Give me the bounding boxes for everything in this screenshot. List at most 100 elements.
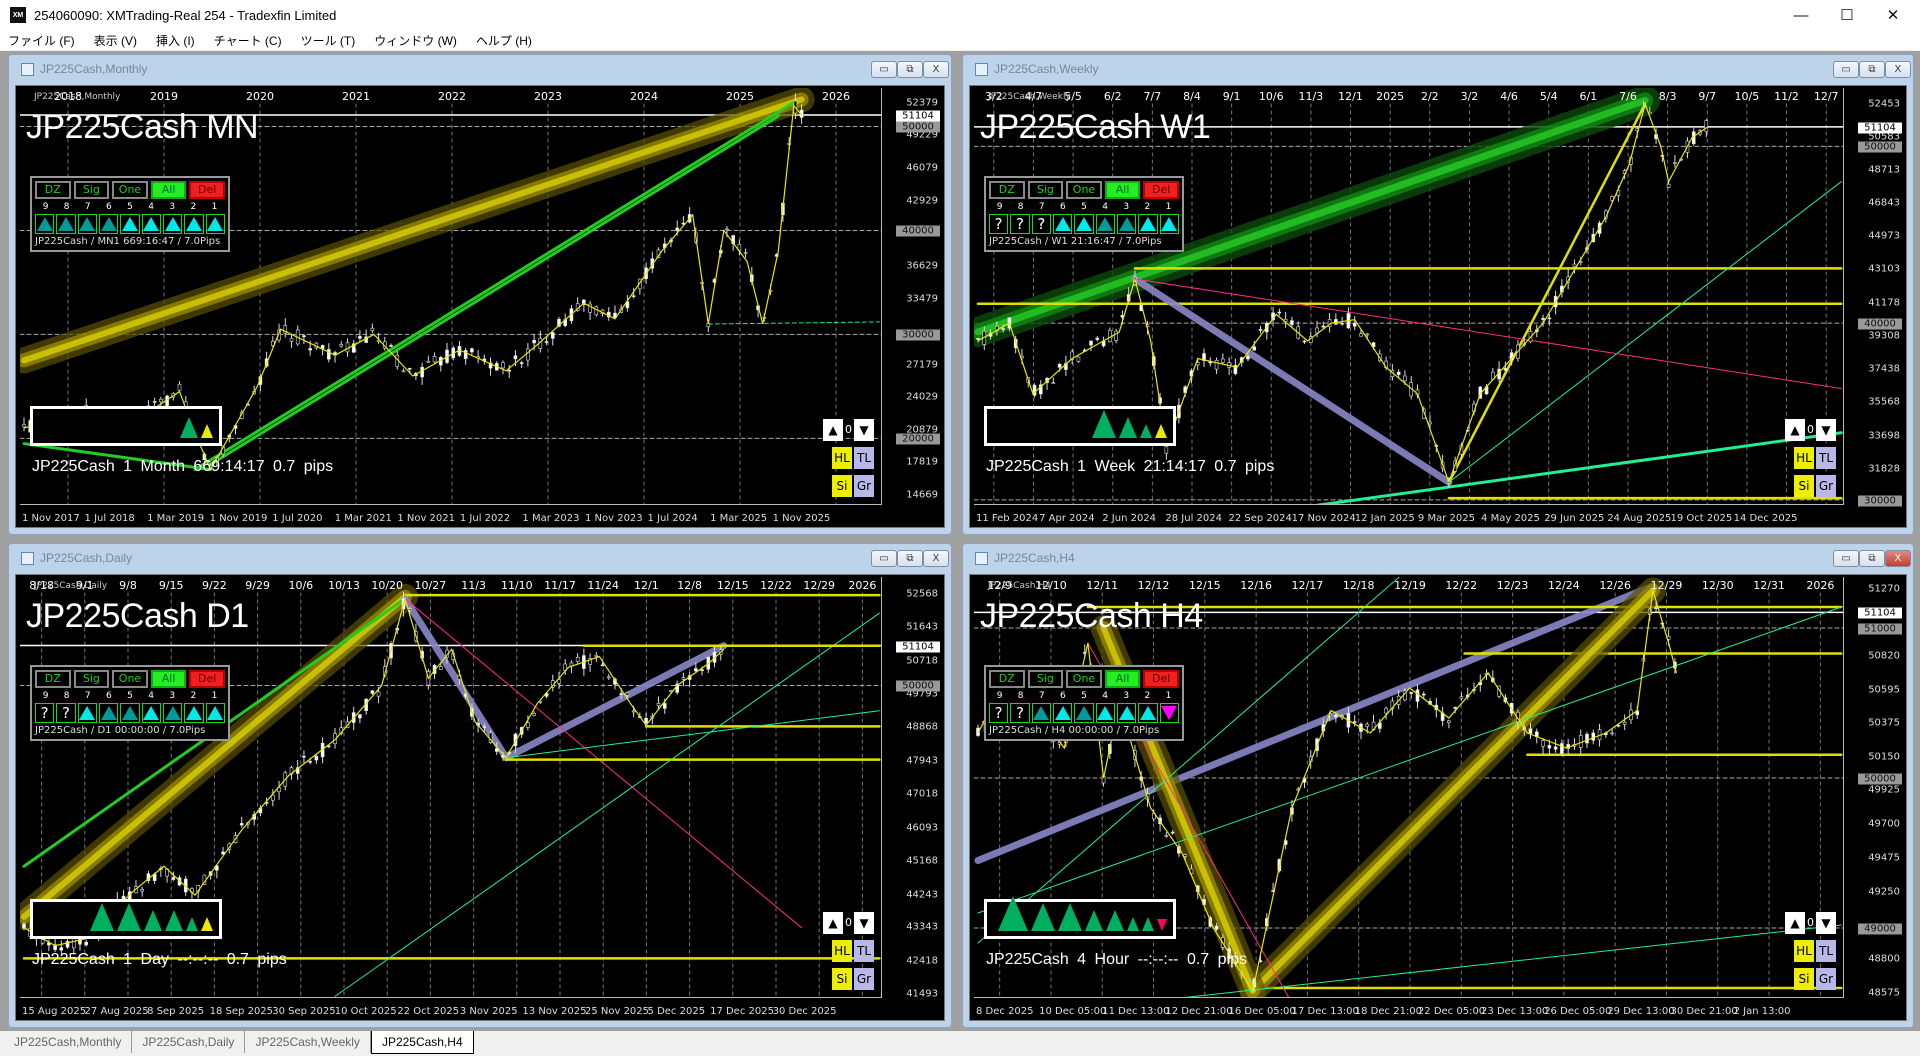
up-triangle-icon[interactable]	[184, 703, 204, 723]
window-close-button[interactable]: X	[923, 61, 949, 78]
tl-button[interactable]: TL	[1816, 447, 1836, 469]
unknown-signal[interactable]: ?	[1010, 703, 1030, 723]
arrow-down-button[interactable]: ▼	[854, 419, 874, 441]
menu-view[interactable]: 表示 (V)	[86, 32, 148, 49]
tl-button[interactable]: TL	[854, 940, 874, 962]
arrow-down-button[interactable]: ▼	[1816, 419, 1836, 441]
unknown-signal[interactable]: ?	[989, 214, 1009, 234]
up-triangle-icon[interactable]	[1138, 214, 1158, 234]
hl-button[interactable]: HL	[832, 940, 852, 962]
panel-button-dz[interactable]: DZ	[989, 670, 1025, 688]
menu-tools[interactable]: ツール (T)	[293, 32, 367, 49]
panel-button-all[interactable]: All	[150, 181, 187, 199]
window-min-button[interactable]: ▭	[1833, 550, 1859, 567]
up-triangle-icon[interactable]	[98, 703, 119, 723]
panel-button-one[interactable]: One	[1066, 670, 1102, 688]
menu-window[interactable]: ウィンドウ (W)	[366, 32, 468, 49]
up-triangle-icon[interactable]	[162, 214, 183, 234]
si-button[interactable]: Si	[1794, 968, 1814, 990]
up-triangle-icon[interactable]	[1095, 214, 1115, 234]
plot-area[interactable]: 12/9 12/10 12/11 12/12 12/15 12/16 12/17 12/18 1…	[974, 577, 1844, 998]
chart-area[interactable]: 3/2 4/7 5/5 6/2 7/7 8/4 9/1 10/6 11/3 12/1 2025 2/2…	[969, 85, 1907, 528]
arrow-up-button[interactable]: ▲	[823, 419, 843, 441]
panel-button-del[interactable]: Del	[1143, 670, 1179, 688]
panel-button-del[interactable]: Del	[1143, 181, 1179, 199]
window-restore-button[interactable]: ⧉	[897, 550, 923, 567]
window-min-button[interactable]: ▭	[1833, 61, 1859, 78]
gr-button[interactable]: Gr	[854, 475, 874, 497]
maximize-button[interactable]: ☐	[1824, 0, 1870, 30]
window-close-button[interactable]: X	[1885, 550, 1911, 567]
unknown-signal[interactable]: ?	[989, 703, 1009, 723]
arrow-up-button[interactable]: ▲	[823, 912, 843, 934]
up-triangle-icon[interactable]	[1052, 703, 1073, 723]
chart-area[interactable]: 8/18 9/1 9/8 9/15 9/22 9/29 10/6 10/13 10/20 10/2…	[15, 574, 945, 1021]
arrow-up-button[interactable]: ▲	[1785, 912, 1805, 934]
up-triangle-icon[interactable]	[1074, 703, 1094, 723]
plot-area[interactable]: 3/2 4/7 5/5 6/2 7/7 8/4 9/1 10/6 11/3 12/1 2025 2/2…	[974, 88, 1844, 505]
panel-button-one[interactable]: One	[112, 670, 148, 688]
panel-button-sig[interactable]: Sig	[1027, 670, 1064, 688]
panel-button-sig[interactable]: Sig	[1027, 181, 1064, 199]
tl-button[interactable]: TL	[1816, 940, 1836, 962]
hl-button[interactable]: HL	[1794, 940, 1814, 962]
up-triangle-icon[interactable]	[1031, 703, 1051, 723]
panel-button-dz[interactable]: DZ	[989, 181, 1025, 199]
chart-area[interactable]: 12/9 12/10 12/11 12/12 12/15 12/16 12/17 12/18 1…	[969, 574, 1907, 1021]
up-triangle-icon[interactable]	[184, 214, 204, 234]
window-min-button[interactable]: ▭	[871, 550, 897, 567]
arrow-up-button[interactable]: ▲	[1785, 419, 1805, 441]
window-restore-button[interactable]: ⧉	[897, 61, 923, 78]
window-close-button[interactable]: X	[1885, 61, 1911, 78]
chart-area[interactable]: 2 0 1 8 2019 2020 2021 2022 2023 2024 2025 2026 JP22…	[15, 85, 945, 528]
tab-weekly[interactable]: JP225Cash,Weekly	[245, 1031, 371, 1053]
up-triangle-icon[interactable]	[77, 214, 97, 234]
up-triangle-icon[interactable]	[1116, 703, 1137, 723]
up-triangle-icon[interactable]	[1116, 214, 1137, 234]
up-triangle-icon[interactable]	[162, 703, 183, 723]
gr-button[interactable]: Gr	[1816, 968, 1836, 990]
window-restore-button[interactable]: ⧉	[1859, 61, 1885, 78]
panel-button-sig[interactable]: Sig	[73, 670, 110, 688]
up-triangle-icon[interactable]	[120, 703, 140, 723]
arrow-down-button[interactable]: ▼	[1816, 912, 1836, 934]
up-triangle-icon[interactable]	[205, 703, 225, 723]
tl-button[interactable]: TL	[854, 447, 874, 469]
up-triangle-icon[interactable]	[205, 214, 225, 234]
plot-area[interactable]: 8/18 9/1 9/8 9/15 9/22 9/29 10/6 10/13 10/20 10/2…	[20, 577, 882, 998]
hl-button[interactable]: HL	[832, 447, 852, 469]
arrow-down-button[interactable]: ▼	[854, 912, 874, 934]
menu-file[interactable]: ファイル (F)	[0, 32, 86, 49]
up-triangle-icon[interactable]	[1159, 214, 1179, 234]
tab-monthly[interactable]: JP225Cash,Monthly	[4, 1031, 133, 1053]
panel-button-one[interactable]: One	[112, 181, 148, 199]
window-close-button[interactable]: X	[923, 550, 949, 567]
si-button[interactable]: Si	[832, 475, 852, 497]
panel-button-all[interactable]: All	[150, 670, 187, 688]
unknown-signal[interactable]: ?	[35, 703, 55, 723]
unknown-signal[interactable]: ?	[56, 703, 76, 723]
panel-button-del[interactable]: Del	[189, 670, 225, 688]
up-triangle-icon[interactable]	[56, 214, 76, 234]
up-triangle-icon[interactable]	[1095, 703, 1115, 723]
panel-button-dz[interactable]: DZ	[35, 181, 71, 199]
unknown-signal[interactable]: ?	[1010, 214, 1030, 234]
plot-area[interactable]: 2 0 1 8 2019 2020 2021 2022 2023 2024 2025 2026 JP22…	[20, 88, 882, 505]
menu-help[interactable]: ヘルプ (H)	[468, 32, 543, 49]
panel-button-del[interactable]: Del	[189, 181, 225, 199]
up-triangle-icon[interactable]	[77, 703, 97, 723]
close-button[interactable]: ✕	[1870, 0, 1916, 30]
gr-button[interactable]: Gr	[854, 968, 874, 990]
up-triangle-icon[interactable]	[98, 214, 119, 234]
menu-charts[interactable]: チャート (C)	[206, 32, 293, 49]
hl-button[interactable]: HL	[1794, 447, 1814, 469]
gr-button[interactable]: Gr	[1816, 475, 1836, 497]
up-triangle-icon[interactable]	[1074, 214, 1094, 234]
tab-h4[interactable]: JP225Cash,H4	[370, 1031, 474, 1054]
up-triangle-icon[interactable]	[1138, 703, 1158, 723]
up-triangle-icon[interactable]	[141, 214, 161, 234]
panel-button-all[interactable]: All	[1104, 181, 1141, 199]
down-triangle-icon[interactable]	[1159, 703, 1179, 723]
menu-insert[interactable]: 挿入 (I)	[148, 32, 206, 49]
minimize-button[interactable]: —	[1778, 0, 1824, 30]
